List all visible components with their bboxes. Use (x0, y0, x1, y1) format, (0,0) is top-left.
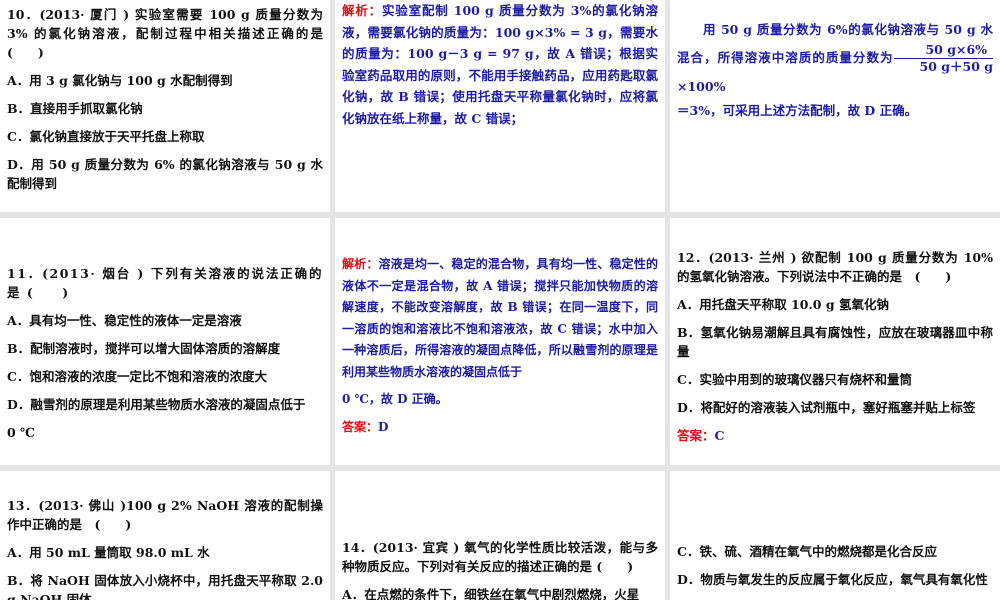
option-d: D．融雪剂的原理是利用某些物质水溶液的凝固点低于 (7, 397, 306, 412)
option-d: D．用 50 g 质量分数为 6% 的氯化钠溶液与 50 g 水配制得到 (7, 157, 323, 191)
numerator: 50 g×6% (893, 42, 993, 59)
option-b: B．将 NaOH 固体放入小烧杯中，用托盘天平称取 2.0 g NaOH 固体 (7, 573, 323, 600)
slide-q12[interactable]: 12．(2013· 兰州 ) 欲配制 100 g 质量分数为 10% 的氢氧化钠… (670, 218, 1000, 465)
option-c: C．铁、硫、酒精在氧气中的燃烧都是化合反应 (677, 544, 937, 559)
question-text: 13．(2013· 佛山 )100 g 2% NaOH 溶液的配制操作中正确的是… (7, 498, 323, 532)
option-a: A．用 3 g 氯化钠与 100 g 水配制得到 (7, 73, 233, 88)
answer-value: D (378, 419, 389, 434)
slide-q13[interactable]: 13．(2013· 佛山 )100 g 2% NaOH 溶液的配制操作中正确的是… (0, 471, 330, 600)
option-b: B．氢氧化钠易潮解且具有腐蚀性，应放在玻璃器皿中称量 (677, 325, 993, 359)
question-text: 11．(2013· 烟台 ) 下列有关溶液的说法正确的是 ( ) (7, 266, 323, 300)
option-d: D．将配好的溶液装入试剂瓶中，塞好瓶塞并贴上标签 (677, 400, 976, 415)
question-text: 10．(2013· 厦门 ) 实验室需要 100 g 质量分数为 3% 的氯化钠… (7, 7, 323, 60)
option-a: A．在点燃的条件下，细铁丝在氧气中剧烈燃烧，火星 (342, 587, 640, 600)
question-text: 12．(2013· 兰州 ) 欲配制 100 g 质量分数为 10% 的氢氧化钠… (677, 250, 993, 284)
option-c: C．实验中用到的玻璃仪器只有烧杯和量筒 (677, 372, 912, 387)
slide-q14[interactable]: 14．(2013· 宜宾 ) 氧气的化学性质比较活泼，能与多种物质反应。下列对有… (335, 471, 665, 600)
explanation-text-after: ×100% (677, 79, 726, 94)
explanation-label: 解析： (342, 257, 379, 271)
fraction: 50 g×6% 50 g＋50 g (893, 42, 993, 75)
denominator: 50 g＋50 g (919, 59, 993, 74)
option-c: C．氯化钠直接放于天平托盘上称取 (7, 129, 205, 144)
option-b: B．直接用手抓取氯化钠 (7, 101, 143, 116)
answer-label: 答案： (342, 419, 379, 434)
option-d-cont: 0 ℃ (7, 425, 36, 440)
explanation-text-2: 0 ℃，故 D 正确。 (342, 392, 448, 406)
question-text: 14．(2013· 宜宾 ) 氧气的化学性质比较活泼，能与多种物质反应。下列对有… (342, 540, 658, 574)
option-a: A．用托盘天平称取 10.0 g 氢氧化钠 (677, 297, 889, 312)
slide-q11-explanation[interactable]: 解析：溶液是均一、稳定的混合物，具有均一性、稳定性的液体不一定是混合物，故 A … (335, 218, 665, 465)
option-d: D．物质与氧发生的反应属于氧化反应，氧气具有氧化性 (677, 572, 988, 587)
answer-value: C (714, 428, 725, 443)
slide-q11[interactable]: 11．(2013· 烟台 ) 下列有关溶液的说法正确的是 ( ) A．具有均一性… (0, 218, 330, 465)
slide-q10[interactable]: 10．(2013· 厦门 ) 实验室需要 100 g 质量分数为 3% 的氯化钠… (0, 0, 330, 212)
explanation-text: 实验室配制 100 g 质量分数为 3%的氯化钠溶液，需要氯化钠的质量为：100… (342, 3, 658, 126)
explanation-conclusion: ＝3%，可采用上述方法配制，故 D 正确。 (677, 103, 918, 118)
option-c: C．饱和溶液的浓度一定比不饱和溶液的浓度大 (7, 369, 267, 384)
option-a: A．用 50 mL 量筒取 98.0 mL 水 (7, 545, 210, 560)
answer-label: 答案： (677, 428, 715, 443)
option-b: B．配制溶液时，搅拌可以增大固体溶质的溶解度 (7, 341, 281, 356)
slide-q14-cont[interactable]: C．铁、硫、酒精在氧气中的燃烧都是化合反应 D．物质与氧发生的反应属于氧化反应，… (670, 471, 1000, 600)
slide-q10-explanation-cont[interactable]: 用 50 g 质量分数为 6%的氯化钠溶液与 50 g 水混合，所得溶液中溶质的… (670, 0, 1000, 212)
explanation-label: 解析： (342, 3, 382, 18)
slide-q10-explanation[interactable]: 解析：实验室配制 100 g 质量分数为 3%的氯化钠溶液，需要氯化钠的质量为：… (335, 0, 665, 212)
option-a: A．具有均一性、稳定性的液体一定是溶液 (7, 313, 242, 328)
explanation-text: 溶液是均一、稳定的混合物，具有均一性、稳定性的液体不一定是混合物，故 A 错误；… (342, 257, 658, 379)
